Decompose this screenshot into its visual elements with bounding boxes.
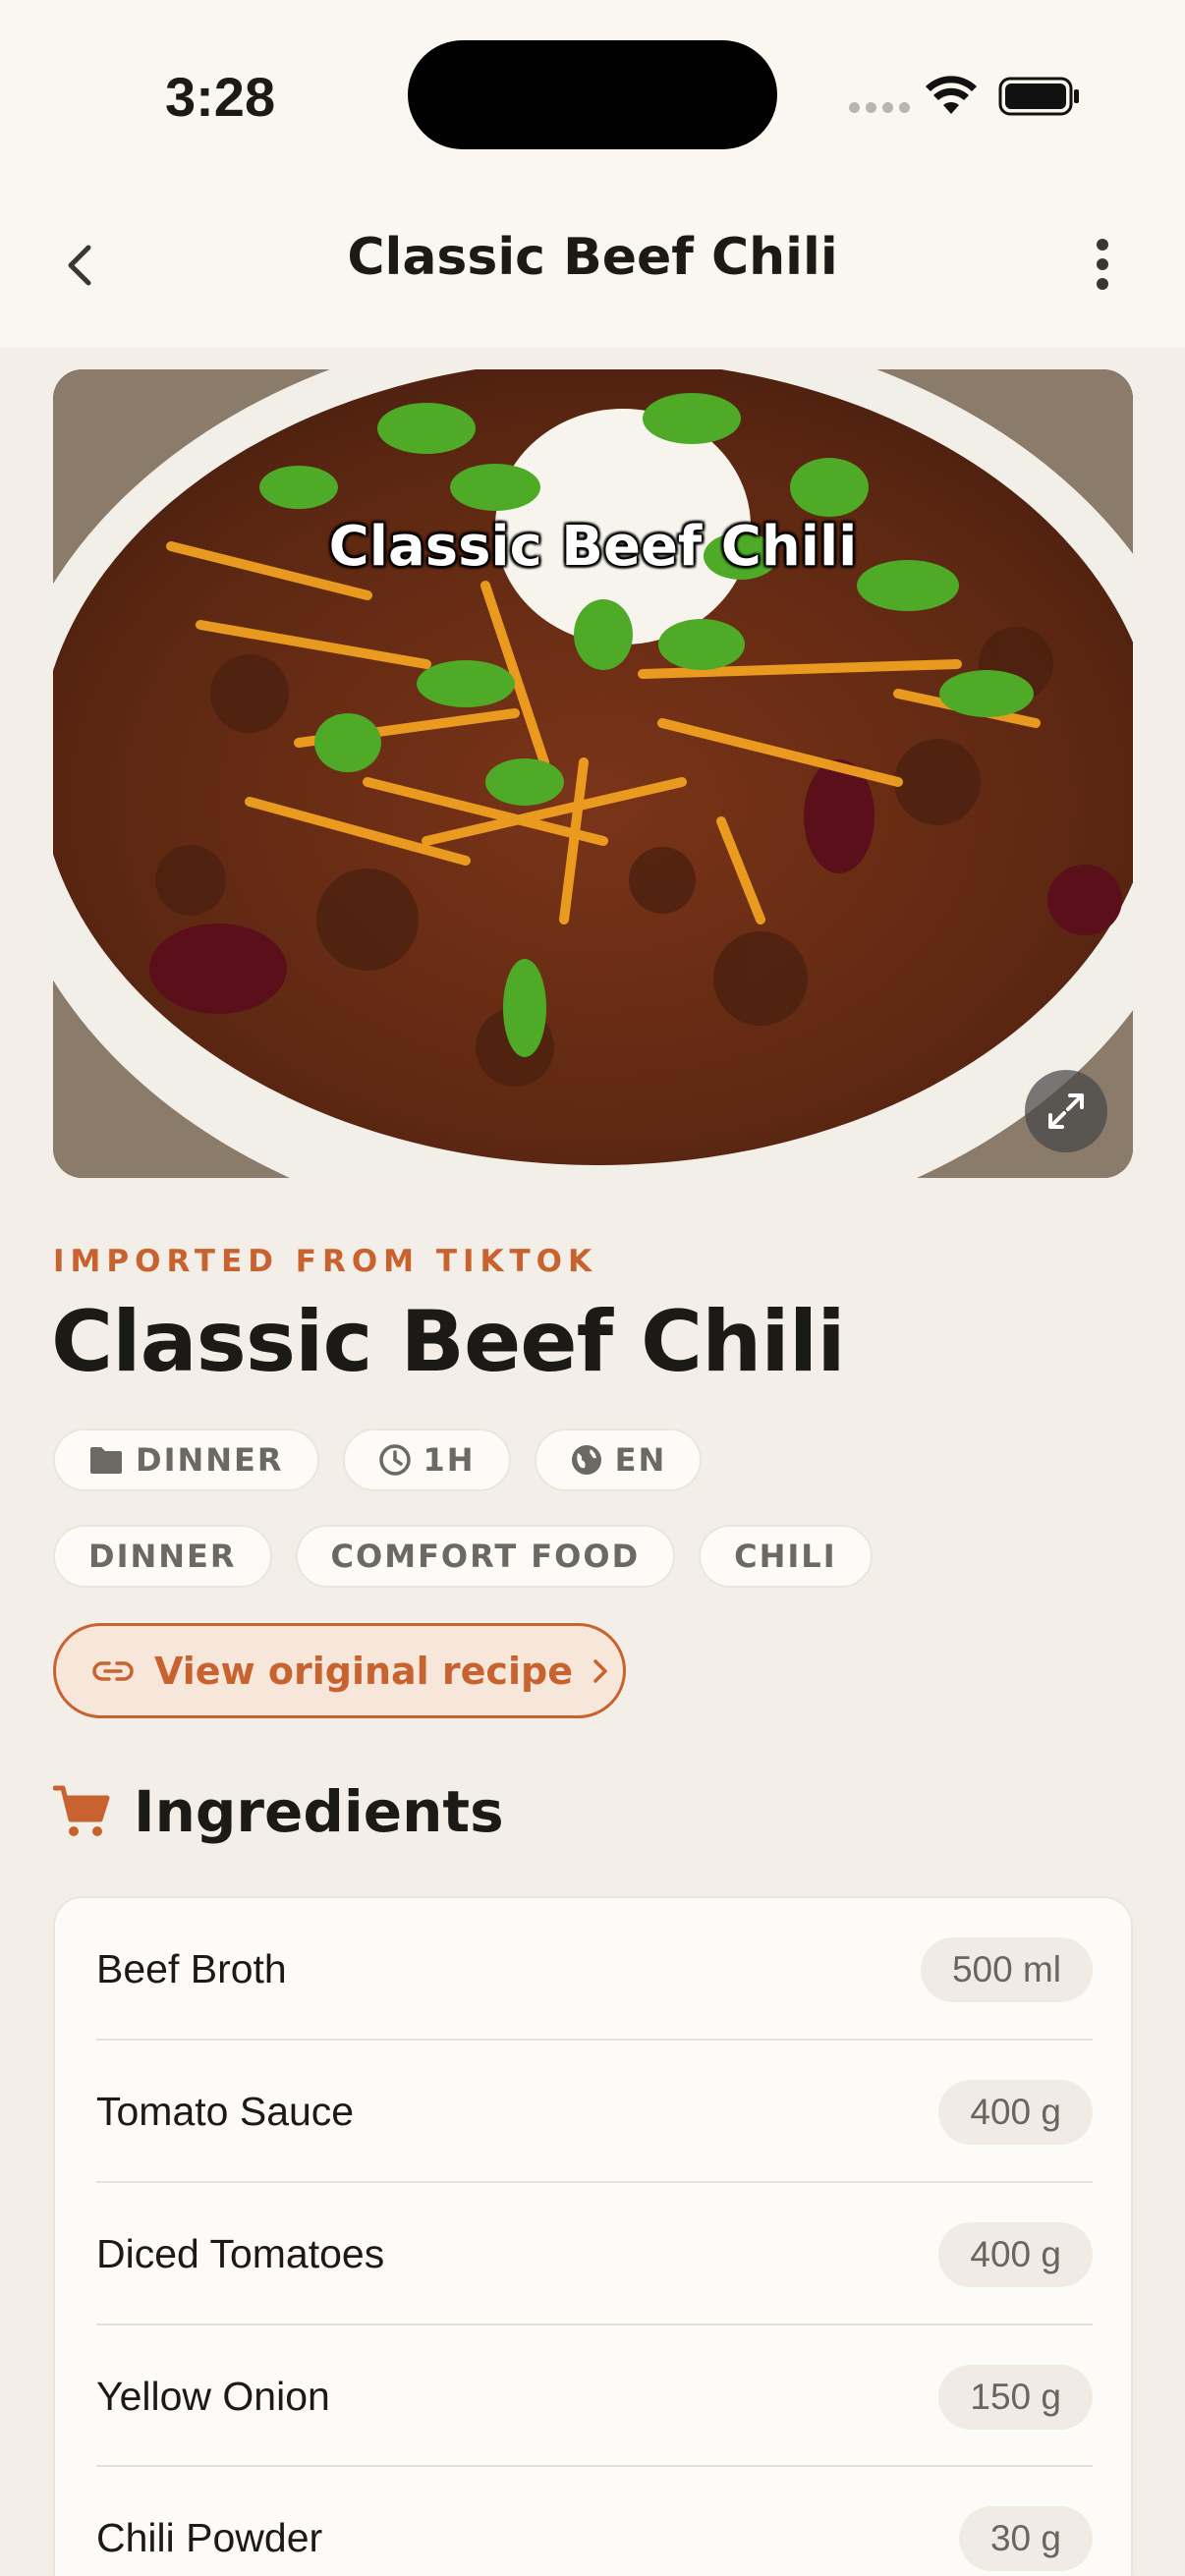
tag-label: DINNER xyxy=(88,1538,237,1575)
ingredient-name: Chili Powder xyxy=(96,2515,323,2560)
meta-chips: DINNER 1H EN xyxy=(53,1428,703,1491)
ingredient-row[interactable]: Chili Powder 30 g xyxy=(96,2467,1093,2576)
status-time: 3:28 xyxy=(165,66,276,128)
source-label: IMPORTED FROM TIKTOK xyxy=(53,1244,598,1279)
folder-icon xyxy=(90,1447,122,1474)
cart-icon xyxy=(53,1785,110,1836)
tag-chip[interactable]: COMFORT FOOD xyxy=(295,1525,676,1588)
language-chip[interactable]: EN xyxy=(534,1428,703,1491)
ingredient-row[interactable]: Beef Broth 500 ml xyxy=(96,1898,1093,2041)
ingredient-name: Diced Tomatoes xyxy=(96,2231,385,2276)
battery-icon xyxy=(998,77,1079,116)
more-options-button[interactable] xyxy=(1079,232,1126,297)
chevron-right-icon xyxy=(593,1658,607,1683)
ingredients-header: Ingredients xyxy=(53,1778,504,1845)
view-original-recipe-button[interactable]: View original recipe xyxy=(53,1623,626,1718)
ingredient-quantity: 30 g xyxy=(958,2505,1093,2571)
time-chip-label: 1H xyxy=(423,1441,476,1479)
recipe-hero-image[interactable]: Classic Beef Chili xyxy=(53,369,1133,1178)
page-title: Classic Beef Chili xyxy=(347,228,838,287)
chili-photo xyxy=(53,369,1133,1178)
ingredient-name: Tomato Sauce xyxy=(96,2089,355,2134)
ingredient-quantity: 400 g xyxy=(938,2221,1093,2287)
expand-image-button[interactable] xyxy=(1025,1070,1107,1152)
globe-icon xyxy=(571,1445,601,1475)
language-chip-label: EN xyxy=(614,1441,667,1479)
ingredient-quantity: 500 ml xyxy=(920,1936,1093,2002)
ingredient-name: Yellow Onion xyxy=(96,2374,330,2419)
link-icon xyxy=(92,1660,134,1681)
ingredient-quantity: 150 g xyxy=(938,2364,1093,2430)
ingredients-list: Beef Broth 500 ml Tomato Sauce 400 g Dic… xyxy=(53,1896,1133,2576)
tag-chip[interactable]: CHILI xyxy=(699,1525,873,1588)
clock-icon xyxy=(378,1444,411,1476)
category-chip-label: DINNER xyxy=(136,1441,284,1479)
ingredient-name: Beef Broth xyxy=(96,1946,287,1991)
ingredient-row[interactable]: Tomato Sauce 400 g xyxy=(96,2041,1093,2183)
time-chip[interactable]: 1H xyxy=(342,1428,511,1491)
tag-label: CHILI xyxy=(734,1538,837,1575)
category-chip[interactable]: DINNER xyxy=(53,1428,319,1491)
tag-chips: DINNER COMFORT FOOD CHILI xyxy=(53,1525,873,1588)
more-vertical-icon xyxy=(1097,239,1108,290)
expand-icon xyxy=(1048,1093,1084,1129)
dynamic-island xyxy=(408,40,777,149)
cellular-signal-icon xyxy=(849,102,910,113)
tag-chip[interactable]: DINNER xyxy=(53,1525,272,1588)
ingredient-quantity: 400 g xyxy=(938,2079,1093,2145)
tag-label: COMFORT FOOD xyxy=(330,1538,641,1575)
ingredient-row[interactable]: Diced Tomatoes 400 g xyxy=(96,2183,1093,2325)
image-caption: Classic Beef Chili xyxy=(328,515,858,579)
wifi-icon xyxy=(926,76,977,114)
ingredients-title: Ingredients xyxy=(134,1778,504,1845)
view-original-label: View original recipe xyxy=(154,1649,573,1693)
ingredient-row[interactable]: Yellow Onion 150 g xyxy=(96,2325,1093,2468)
recipe-title: Classic Beef Chili xyxy=(51,1293,846,1391)
